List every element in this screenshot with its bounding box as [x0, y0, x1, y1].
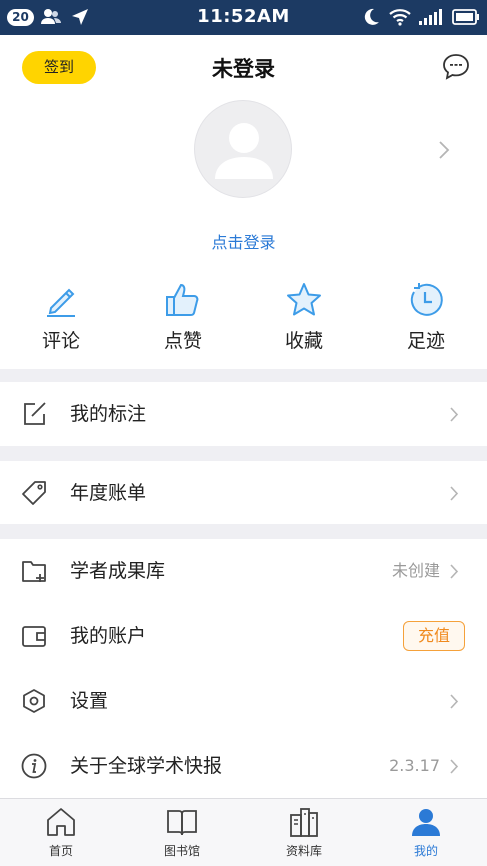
profile-chevron-right-icon[interactable] [437, 140, 451, 160]
edit-square-icon [24, 402, 46, 425]
section-divider [0, 369, 487, 382]
status-time: 11:52AM [197, 6, 290, 27]
quick-action-label: 收藏 [284, 330, 323, 352]
star-icon [287, 283, 321, 316]
chevron-right-icon [450, 564, 459, 579]
scholar-repo-status: 未创建 [391, 561, 440, 580]
menu-item-annotations[interactable]: 我的标注 [0, 382, 487, 446]
tab-home[interactable]: 首页 [11, 805, 111, 859]
wifi-icon [389, 9, 411, 26]
home-icon [47, 808, 75, 836]
menu-item-label: 设置 [70, 690, 109, 712]
bottom-tab-bar: 首页 图书馆 资料库 我的 [0, 798, 487, 866]
menu-item-label: 学者成果库 [70, 560, 166, 582]
quick-action-favorite[interactable]: 收藏 [249, 280, 359, 353]
menu-item-label: 我的账户 [70, 625, 147, 647]
tab-label: 资料库 [285, 844, 322, 858]
login-link[interactable]: 点击登录 [0, 229, 487, 253]
menu-item-scholar-repository[interactable]: 学者成果库 未创建 [0, 539, 487, 603]
tab-label: 图书馆 [163, 844, 200, 858]
tab-database[interactable]: 资料库 [254, 805, 354, 859]
pencil-icon [47, 288, 75, 317]
hexagon-gear-icon [23, 689, 45, 713]
folder-plus-icon [22, 561, 46, 582]
menu-item-about[interactable]: 关于全球学术快报 2.3.17 [0, 734, 487, 798]
wallet-icon [22, 626, 46, 647]
do-not-disturb-moon-icon [364, 8, 379, 25]
book-icon [167, 810, 197, 836]
chevron-right-icon [450, 486, 459, 501]
quick-action-label: 评论 [41, 330, 80, 352]
recharge-button[interactable]: 充值 [403, 621, 465, 651]
thumbs-up-icon [166, 283, 199, 316]
chevron-right-icon [450, 694, 459, 709]
message-bubble-icon[interactable] [441, 52, 471, 82]
person-icon [412, 809, 440, 836]
page-title: 未登录 [212, 57, 275, 81]
menu-item-account[interactable]: 我的账户 充值 [0, 604, 487, 668]
quick-action-like[interactable]: 点赞 [128, 280, 238, 353]
tab-label: 首页 [48, 844, 73, 858]
battery-icon [452, 9, 479, 25]
menu-item-label: 年度账单 [70, 482, 147, 504]
avatar[interactable] [194, 100, 292, 198]
status-bar: 20 11:52AM [0, 0, 487, 35]
tab-library[interactable]: 图书馆 [132, 805, 232, 859]
database-shelf-icon [290, 808, 318, 837]
info-icon [21, 753, 47, 779]
menu-item-settings[interactable]: 设置 [0, 669, 487, 733]
section-divider [0, 524, 487, 539]
signal-bars-icon [419, 9, 442, 25]
tab-label: 我的 [413, 844, 438, 858]
quick-action-label: 点赞 [163, 330, 202, 352]
section-divider [0, 446, 487, 461]
quick-action-history[interactable]: 足迹 [371, 280, 481, 353]
chevron-right-icon [450, 407, 459, 422]
menu-item-label: 关于全球学术快报 [70, 755, 223, 777]
app-version: 2.3.17 [389, 756, 440, 775]
history-clock-icon [410, 283, 443, 316]
chevron-right-icon [450, 759, 459, 774]
tag-icon [22, 481, 46, 505]
quick-action-comment[interactable]: 评论 [6, 280, 116, 353]
menu-item-annual-bill[interactable]: 年度账单 [0, 461, 487, 525]
quick-action-label: 足迹 [406, 330, 445, 352]
tab-me[interactable]: 我的 [376, 805, 476, 859]
menu-item-label: 我的标注 [70, 403, 147, 425]
default-avatar-icon [215, 123, 273, 179]
